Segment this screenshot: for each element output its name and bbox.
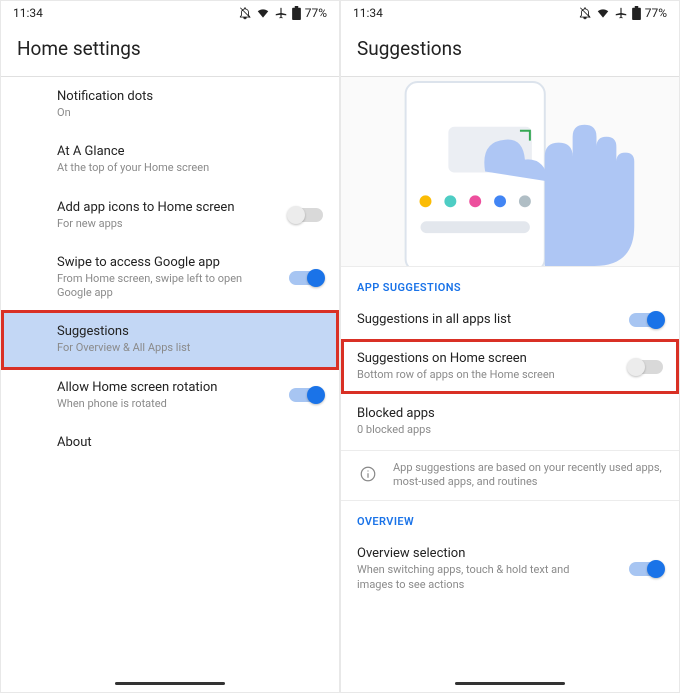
item-title: Overview selection: [357, 546, 621, 561]
section-overview: OVERVIEW: [341, 501, 679, 534]
dnd-icon: [578, 6, 592, 20]
page-title: Suggestions: [341, 25, 679, 77]
item-title: Allow Home screen rotation: [57, 380, 281, 395]
toggle-allow-rotation[interactable]: [289, 388, 323, 402]
toggle-suggestions-home[interactable]: [629, 360, 663, 374]
dnd-icon: [238, 6, 252, 20]
status-time: 11:34: [353, 6, 383, 20]
item-subtitle: 0 blocked apps: [357, 423, 567, 437]
item-allow-rotation[interactable]: Allow Home screen rotation When phone is…: [1, 368, 339, 423]
item-subtitle: For new apps: [57, 217, 267, 231]
section-app-suggestions: APP SUGGESTIONS: [341, 267, 679, 300]
item-swipe-google[interactable]: Swipe to access Google app From Home scr…: [1, 243, 339, 313]
item-suggestions-all-apps[interactable]: Suggestions in all apps list: [341, 300, 679, 339]
item-title: About: [57, 435, 323, 450]
screen-home-settings: 11:34 77% Home settings Notification dot…: [1, 1, 339, 692]
item-suggestions[interactable]: Suggestions For Overview & All Apps list: [1, 312, 339, 367]
item-add-app-icons[interactable]: Add app icons to Home screen For new app…: [1, 188, 339, 243]
nav-bar[interactable]: [1, 674, 339, 692]
item-title: Blocked apps: [357, 406, 663, 421]
toggle-suggestions-all-apps[interactable]: [629, 313, 663, 327]
item-notification-dots[interactable]: Notification dots On: [1, 77, 339, 132]
toggle-swipe-google[interactable]: [289, 271, 323, 285]
airplane-icon: [274, 6, 288, 20]
info-icon: [357, 463, 379, 485]
item-subtitle: At the top of your Home screen: [57, 161, 267, 175]
illustration: [341, 77, 679, 267]
item-title: Suggestions in all apps list: [357, 312, 621, 327]
battery-icon: [632, 6, 641, 20]
item-suggestions-home[interactable]: Suggestions on Home screen Bottom row of…: [341, 339, 679, 394]
item-subtitle: When switching apps, touch & hold text a…: [357, 563, 597, 592]
wifi-icon: [256, 6, 270, 20]
item-overview-selection[interactable]: Overview selection When switching apps, …: [341, 534, 679, 604]
settings-list: Notification dots On At A Glance At the …: [1, 77, 339, 674]
nav-bar[interactable]: [341, 674, 679, 692]
wifi-icon: [596, 6, 610, 20]
item-subtitle: From Home screen, swipe left to open Goo…: [57, 272, 267, 301]
screen-suggestions: 11:34 77% Suggestions: [341, 1, 679, 692]
info-note: App suggestions are based on your recent…: [341, 450, 679, 502]
status-time: 11:34: [13, 6, 43, 20]
item-subtitle: Bottom row of apps on the Home screen: [357, 368, 567, 382]
page-title: Home settings: [1, 25, 339, 77]
item-title: Add app icons to Home screen: [57, 200, 281, 215]
status-bar: 11:34 77%: [341, 1, 679, 25]
item-subtitle: For Overview & All Apps list: [57, 341, 267, 355]
item-subtitle: On: [57, 106, 267, 120]
item-title: At A Glance: [57, 144, 323, 159]
toggle-overview-selection[interactable]: [629, 562, 663, 576]
item-subtitle: When phone is rotated: [57, 397, 267, 411]
item-blocked-apps[interactable]: Blocked apps 0 blocked apps: [341, 394, 679, 449]
toggle-add-app-icons[interactable]: [289, 208, 323, 222]
battery-percent: 77%: [645, 6, 667, 20]
airplane-icon: [614, 6, 628, 20]
battery-percent: 77%: [305, 6, 327, 20]
item-title: Swipe to access Google app: [57, 255, 281, 270]
item-title: Suggestions: [57, 324, 323, 339]
status-bar: 11:34 77%: [1, 1, 339, 25]
item-title: Notification dots: [57, 89, 323, 104]
info-text: App suggestions are based on your recent…: [393, 461, 663, 491]
battery-icon: [292, 6, 301, 20]
item-at-a-glance[interactable]: At A Glance At the top of your Home scre…: [1, 132, 339, 187]
item-title: Suggestions on Home screen: [357, 351, 621, 366]
item-about[interactable]: About: [1, 423, 339, 462]
